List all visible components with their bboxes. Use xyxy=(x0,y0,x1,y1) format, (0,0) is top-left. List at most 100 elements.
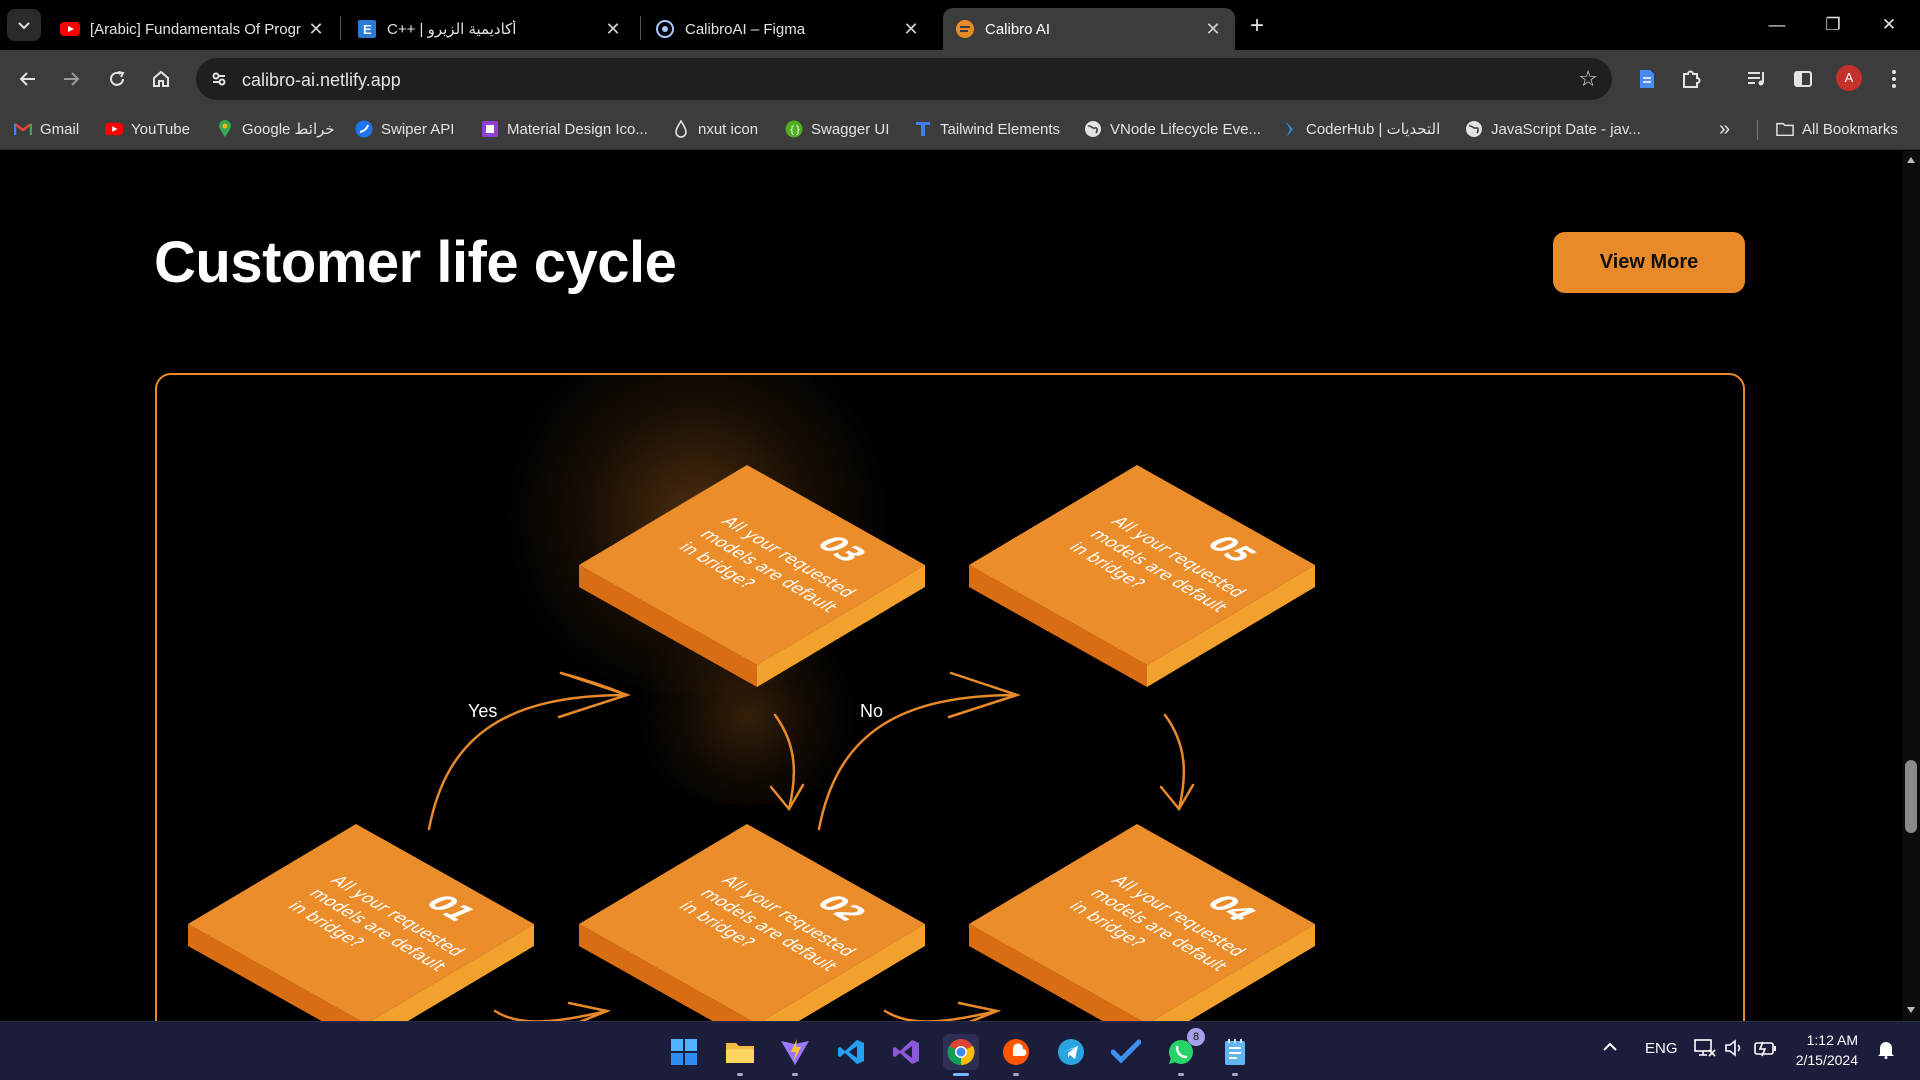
bookmark-google-maps[interactable]: Google خرائط xyxy=(216,119,335,139)
bookmark-gmail[interactable]: Gmail xyxy=(14,119,79,139)
taskbar-file-explorer[interactable] xyxy=(722,1034,758,1076)
bookmark-label: CoderHub | التحديات xyxy=(1306,121,1441,138)
back-button[interactable] xyxy=(13,64,43,94)
gmail-icon xyxy=(14,120,32,138)
taskbar-visual-studio[interactable] xyxy=(888,1034,924,1070)
folder-icon xyxy=(1776,120,1794,138)
telegram-icon xyxy=(1058,1039,1084,1065)
chevron-up-icon xyxy=(1603,1042,1617,1051)
tab-title: Calibro AI xyxy=(985,20,1051,38)
bookmark-label: VNode Lifecycle Eve... xyxy=(1110,120,1261,138)
media-controls-button[interactable] xyxy=(1742,64,1772,94)
minimize-button[interactable]: — xyxy=(1754,10,1800,40)
bookmark-label: Tailwind Elements xyxy=(940,120,1061,138)
yes-label: Yes xyxy=(468,701,498,721)
profile-avatar[interactable]: A xyxy=(1836,65,1862,91)
notification-bell-icon[interactable] xyxy=(1877,1039,1895,1063)
scroll-down-arrow-icon[interactable] xyxy=(1907,1007,1915,1013)
running-indicator xyxy=(792,1073,798,1076)
tab-cpp-zero-academy[interactable]: E C++ | أكاديمية الزيرو ✕ xyxy=(345,8,635,50)
running-indicator xyxy=(1013,1073,1019,1076)
bookmark-youtube[interactable]: YouTube xyxy=(105,119,190,139)
svg-text:{}: {} xyxy=(789,125,801,136)
chevron-down-icon xyxy=(18,22,30,30)
google-docs-extension[interactable] xyxy=(1632,64,1662,94)
arrow-left-icon xyxy=(19,72,35,86)
close-icon[interactable]: ✕ xyxy=(901,19,921,39)
drop-icon xyxy=(672,120,690,138)
address-bar[interactable]: calibro-ai.netlify.app ☆ xyxy=(196,58,1612,100)
running-indicator xyxy=(953,1073,969,1076)
folder-icon xyxy=(726,1043,754,1063)
language-indicator[interactable]: ENG xyxy=(1645,1040,1678,1057)
close-icon[interactable]: ✕ xyxy=(603,19,623,39)
extensions-button[interactable] xyxy=(1676,64,1706,94)
all-bookmarks-button[interactable]: All Bookmarks xyxy=(1776,119,1898,139)
arrow-05-to-04 xyxy=(1159,713,1195,812)
windows-taskbar: 8 ENG 1:12 AM 2/15/2024 xyxy=(0,1021,1920,1080)
bookmark-swagger-ui[interactable]: {} Swagger UI xyxy=(785,119,889,139)
tab-separator xyxy=(640,16,641,40)
network-icon[interactable] xyxy=(1694,1038,1716,1062)
volume-icon[interactable] xyxy=(1724,1038,1744,1062)
page-scrollbar[interactable] xyxy=(1902,151,1920,1021)
tab-search-button[interactable] xyxy=(7,9,41,41)
start-button[interactable] xyxy=(666,1034,702,1070)
tab-calibro-ai[interactable]: Calibro AI ✕ xyxy=(943,8,1235,50)
taskbar-vs-code[interactable] xyxy=(833,1034,869,1070)
forward-button[interactable] xyxy=(56,64,86,94)
bookmark-coderhub[interactable]: CoderHub | التحديات xyxy=(1280,119,1440,139)
taskbar-soundcloud[interactable] xyxy=(998,1034,1034,1076)
bookmarks-bar: Gmail YouTube Google خرائط Swiper API Ma… xyxy=(0,108,1920,150)
taskbar-telegram[interactable] xyxy=(1053,1034,1089,1070)
side-panel-button[interactable] xyxy=(1788,64,1818,94)
bookmark-vnode-lifecycle[interactable]: VNode Lifecycle Eve... xyxy=(1084,119,1261,139)
site-info-icon[interactable] xyxy=(206,66,232,92)
kebab-menu-icon xyxy=(1892,70,1896,88)
bookmark-tailwind-elements[interactable]: Tailwind Elements xyxy=(914,119,1060,139)
taskbar-notepad[interactable] xyxy=(1217,1034,1253,1076)
tab-arabic-fundamentals[interactable]: [Arabic] Fundamentals Of Progr ✕ xyxy=(48,8,338,50)
docs-icon xyxy=(1640,70,1654,88)
running-indicator xyxy=(1232,1073,1238,1076)
scrollbar-thumb[interactable] xyxy=(1905,760,1917,833)
bookmarks-overflow-button[interactable]: » xyxy=(1719,118,1730,140)
bookmark-star-icon[interactable]: ☆ xyxy=(1578,66,1598,92)
reload-button[interactable] xyxy=(102,64,132,94)
close-icon[interactable]: ✕ xyxy=(1203,19,1223,39)
close-window-button[interactable]: ✕ xyxy=(1866,10,1912,40)
restore-button[interactable]: ❐ xyxy=(1810,10,1856,40)
new-tab-button[interactable]: + xyxy=(1243,12,1271,40)
calibro-figma-icon xyxy=(655,19,675,39)
chrome-menu-button[interactable] xyxy=(1879,64,1909,94)
system-clock[interactable]: 1:12 AM 2/15/2024 xyxy=(1786,1030,1858,1070)
scroll-up-arrow-icon[interactable] xyxy=(1907,157,1915,163)
page-viewport: Customer life cycle View More Yes No 03 … xyxy=(0,151,1902,1021)
tab-calibroai-figma[interactable]: CalibroAI – Figma ✕ xyxy=(643,8,933,50)
tab-title: C++ | أكاديمية الزيرو xyxy=(387,21,517,38)
bookmark-material-design-icons[interactable]: Material Design Ico... xyxy=(481,119,648,139)
taskbar-chrome[interactable] xyxy=(943,1034,979,1076)
globe-icon xyxy=(1465,120,1483,138)
arrow-right-icon xyxy=(64,72,80,86)
tray-overflow-button[interactable] xyxy=(1602,1036,1618,1057)
url-text[interactable]: calibro-ai.netlify.app xyxy=(242,70,401,91)
bookmark-javascript-date[interactable]: JavaScript Date - jav... xyxy=(1465,119,1641,139)
swagger-icon: {} xyxy=(785,120,803,138)
clock-date: 2/15/2024 xyxy=(1795,1052,1858,1068)
bookmarks-separator xyxy=(1757,120,1758,140)
lifecycle-step-01: 01 All your requested models are default… xyxy=(188,824,538,1021)
taskbar-whatsapp[interactable]: 8 xyxy=(1163,1028,1205,1076)
view-more-button[interactable]: View More xyxy=(1553,232,1745,293)
close-icon[interactable]: ✕ xyxy=(306,19,326,39)
e-icon: E xyxy=(357,19,377,39)
taskbar-todo[interactable] xyxy=(1108,1034,1144,1070)
bookmark-label: Swiper API xyxy=(381,120,455,138)
bookmark-swiper-api[interactable]: Swiper API xyxy=(355,119,454,139)
bookmark-nxut-icon[interactable]: nxut icon xyxy=(672,119,758,139)
home-button[interactable] xyxy=(146,64,176,94)
customer-lifecycle-panel: Yes No 03 All your requested models are … xyxy=(155,373,1745,1021)
clock-time: 1:12 AM xyxy=(1806,1032,1858,1048)
battery-icon[interactable] xyxy=(1754,1039,1778,1061)
taskbar-vite[interactable] xyxy=(777,1034,813,1076)
